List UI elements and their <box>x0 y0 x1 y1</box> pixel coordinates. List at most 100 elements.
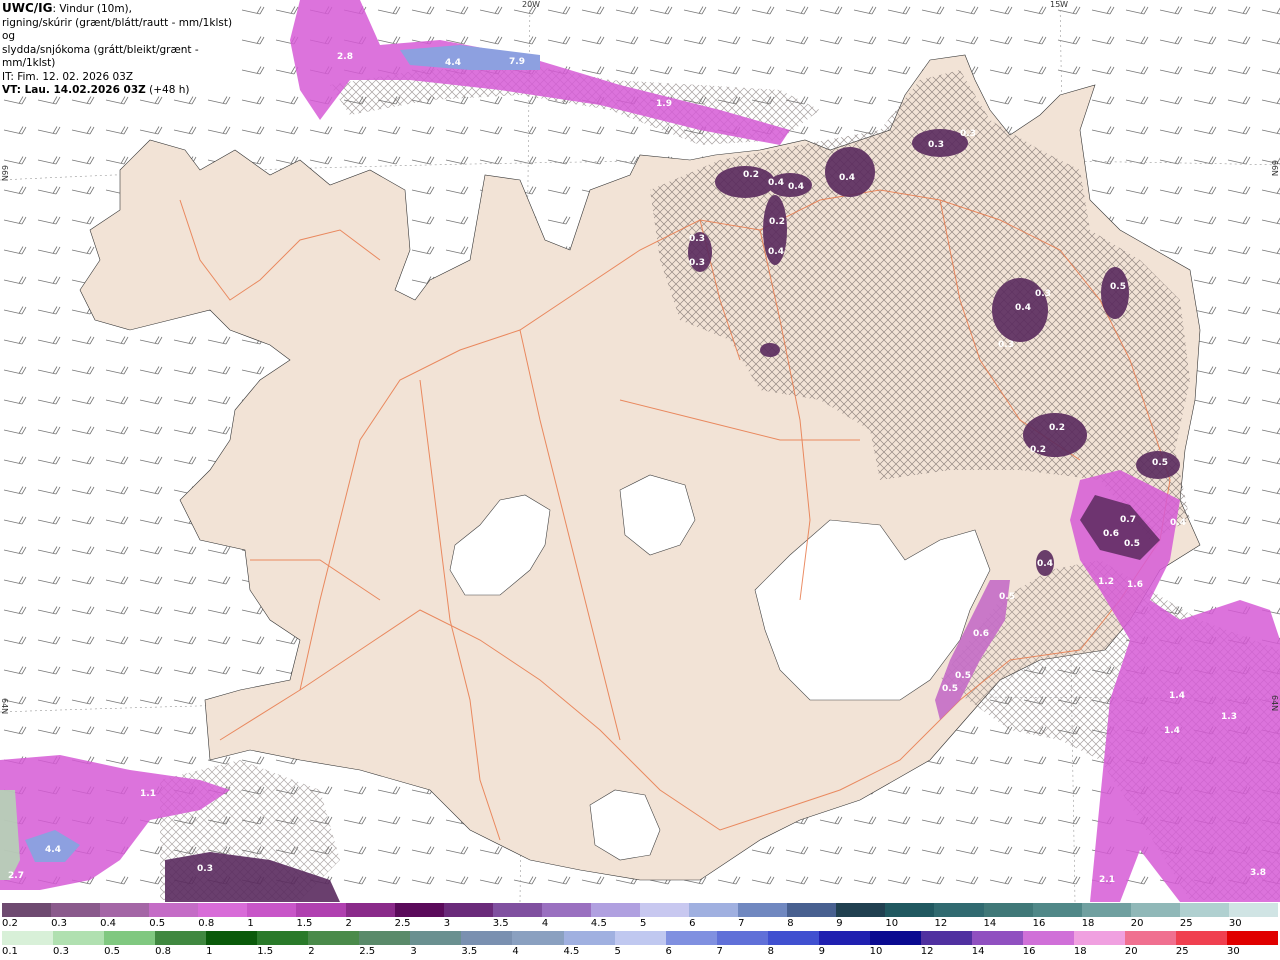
precip-value-label: 0.6 <box>973 629 989 639</box>
precip-value-label: 0.2 <box>769 217 785 227</box>
title-line1: : Vindur (10m), <box>52 3 132 15</box>
legend-tick-label: 25 <box>1179 918 1193 929</box>
title-line2: rigning/skúrir (grænt/blátt/rautt - mm/1… <box>2 16 233 43</box>
legend-tick-label: 1.5 <box>296 918 313 929</box>
legend-tick-label: 4 <box>541 918 549 929</box>
legend-tick-label: 1 <box>247 918 254 929</box>
precip-value-label: 0.3 <box>998 340 1014 350</box>
precip-value-label: 1.4 <box>1169 691 1185 701</box>
precip-value-label: 1.2 <box>1098 577 1114 587</box>
precip-value-label: 0.5 <box>1110 282 1126 292</box>
legend-tick-label: 12 <box>934 918 948 929</box>
precip-value-label: 0.4 <box>788 182 804 192</box>
precip-value-label: 0.3 <box>197 864 213 874</box>
legend-tick-label: 4.5 <box>590 918 607 929</box>
legend-snow: 0.2 0.3 0.4 0.5 0.8 1 1.5 2 2.5 3 3.5 4 4.5 5 6 7 8 9 10 12… <box>0 903 1280 931</box>
legend-swatch <box>492 903 542 917</box>
precip-value-label: 2.1 <box>1099 875 1115 885</box>
legend-tick-label: 7 <box>716 946 723 957</box>
precip-value-label: 0.3 <box>689 258 705 268</box>
lat-label-right-64n: 64N <box>1270 695 1279 712</box>
precip-value-label: 0.5 <box>1124 539 1140 549</box>
precip-value-label: 0.2 <box>1030 445 1046 455</box>
legend-tick-label: 4.5 <box>563 946 580 957</box>
precip-value-label: 0.2 <box>1049 423 1065 433</box>
legend-swatch <box>614 931 666 945</box>
legend-swatch <box>149 903 199 917</box>
legend-tick-label: 3 <box>443 918 451 929</box>
legend-swatch <box>869 931 921 945</box>
legend-tick-label: 16 <box>1022 946 1036 957</box>
lat-label-left-64n: 64N <box>0 698 9 715</box>
precip-value-label: 0.3 <box>960 129 976 139</box>
lat-label-left-66n: 66N <box>0 165 9 182</box>
lat-label-right-66n: 66N <box>1270 160 1279 177</box>
legend-tick-label: 4 <box>512 946 519 957</box>
precip-value-label: 3.8 <box>1250 868 1266 878</box>
legend-tick-label: 12 <box>920 946 934 957</box>
precip-value-label: 1.3 <box>1221 712 1237 722</box>
precip-value-label: 0.3 <box>1035 289 1051 299</box>
legend-tick-label: 10 <box>885 918 899 929</box>
legend-rain-ticks: 0.1 0.3 0.5 0.8 1 1.5 2 2.5 3 3.5 4 4.5 5 6 7 8 9 10 12 14 1… <box>2 945 1278 959</box>
legend-tick-label: 0.8 <box>155 946 172 957</box>
legend-tick-label: 0.4 <box>100 918 117 929</box>
precip-value-label: 1.1 <box>140 789 156 799</box>
precip-value-label: 0.5 <box>999 592 1015 602</box>
legend-tick-label: 0.3 <box>53 946 69 957</box>
precip-value-label: 0.7 <box>1120 515 1136 525</box>
legend-tick-label: 2.5 <box>359 946 376 957</box>
legend-swatch <box>345 903 395 917</box>
legend-tick-label: 7 <box>738 918 745 929</box>
legend-swatch <box>206 931 258 945</box>
legend-swatch <box>787 903 837 917</box>
legend-swatch <box>104 931 156 945</box>
legend-swatch <box>665 931 717 945</box>
precip-value-label: 1.6 <box>1127 580 1143 590</box>
legend-tick-label: 2 <box>345 918 352 929</box>
legend-swatch <box>1032 903 1082 917</box>
legend-tick-label: 5 <box>640 918 647 929</box>
legend-tick-label: 1.5 <box>257 946 274 957</box>
legend-swatch <box>2 903 52 917</box>
legend-swatch <box>1176 931 1228 945</box>
legend-tick-label: 6 <box>689 918 696 929</box>
legend-swatch <box>1073 931 1126 945</box>
precip-value-label: 0.3 <box>928 140 944 150</box>
title-line3: slydda/snjókoma (grátt/bleikt/grænt - mm… <box>2 43 199 70</box>
legend-swatch <box>738 903 788 917</box>
precip-value-label: 0.5 <box>955 671 971 681</box>
precip-value-label: 1.9 <box>656 99 672 109</box>
legend-tick-label: 0.2 <box>2 918 18 929</box>
precip-value-label: 0.4 <box>768 178 784 188</box>
legend-tick-label: 3.5 <box>492 918 509 929</box>
legend-tick-label: 8 <box>767 946 774 957</box>
legend-tick-label: 3 <box>410 946 417 957</box>
legend-rain-colorbar <box>2 931 1279 945</box>
precip-value-label: 4.4 <box>45 845 61 855</box>
lon-label-20w: 20W <box>522 0 541 9</box>
legend-swatch <box>308 931 360 945</box>
legend-rain: 0.1 0.3 0.5 0.8 1 1.5 2 2.5 3 3.5 4 4.5 5 6 7 8 9 10 12 14 1… <box>0 931 1280 959</box>
legend-tick-label: 0.5 <box>104 946 120 957</box>
legend-tick-label: 18 <box>1081 918 1095 929</box>
legend-swatch <box>51 903 101 917</box>
legend-tick-label: 0.3 <box>51 918 67 929</box>
precip-value-label: 1.4 <box>1164 726 1180 736</box>
legend-tick-label: 0.1 <box>2 946 18 957</box>
legend-swatch <box>1228 903 1279 917</box>
legend-swatch <box>934 903 984 917</box>
forecast-offset: (+48 h) <box>145 84 190 96</box>
initial-time: IT: Fim. 12. 02. 2026 03Z <box>2 70 134 83</box>
legend-tick-label: 3.5 <box>461 946 478 957</box>
legend-swatch <box>410 931 462 945</box>
precip-value-label: 0.5 <box>1152 458 1168 468</box>
legend-swatch <box>1130 903 1180 917</box>
legend-swatch <box>1227 931 1279 945</box>
legend-swatch <box>1179 903 1229 917</box>
precip-value-label: 2.7 <box>8 871 24 881</box>
legend-swatch <box>296 903 346 917</box>
legend-swatch <box>100 903 150 917</box>
precip-value-label: 0.3 <box>689 234 705 244</box>
legend-swatch <box>563 931 615 945</box>
